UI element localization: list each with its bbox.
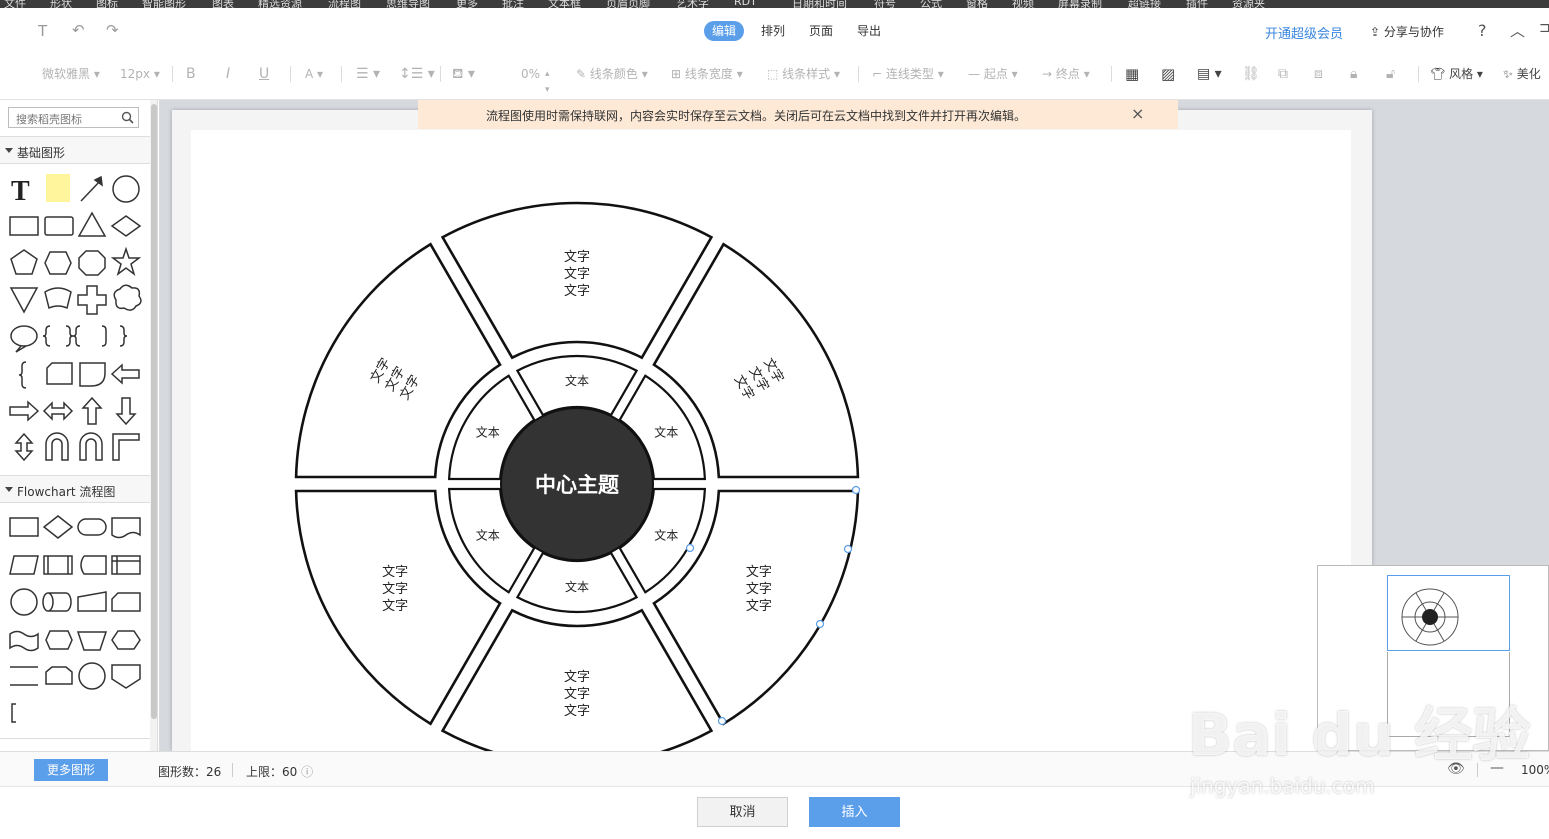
selection-handle[interactable]	[717, 716, 727, 726]
outer-segment-label[interactable]: 文字文字文字	[564, 670, 590, 719]
cancel-button[interactable]: 取消	[697, 797, 788, 827]
inner-segment-label[interactable]: 文本	[565, 579, 589, 594]
outer-segment-text-line: 文字	[746, 599, 772, 614]
inner-segment-label[interactable]: 文本	[565, 373, 589, 388]
more-shapes-button[interactable]: 更多图形	[34, 759, 108, 781]
outer-segment-text-line: 文字	[564, 670, 590, 685]
baidu-watermark-url: jingyan.baidu.com	[1190, 774, 1375, 798]
outer-segment-text-line: 文字	[746, 565, 772, 580]
outer-segment-text-line: 文字	[382, 565, 408, 580]
outer-segment-text-line: 文字	[746, 582, 772, 597]
insert-button[interactable]: 插入	[809, 797, 900, 827]
outer-segment-label[interactable]: 文字文字文字	[382, 565, 408, 614]
selection-handle[interactable]	[685, 543, 695, 553]
selection-handle[interactable]	[815, 619, 825, 629]
outer-segment-text-line: 文字	[382, 599, 408, 614]
inner-segment-label[interactable]: 文本	[654, 425, 678, 440]
minimap-diagram-preview	[1401, 588, 1459, 646]
outer-segment-text-line: 文字	[564, 284, 590, 299]
outer-segment-text-line: 文字	[564, 704, 590, 719]
info-icon[interactable]: ⓘ	[301, 765, 313, 779]
outer-segment-label[interactable]: 文字文字文字	[564, 250, 590, 299]
inner-segment-label[interactable]: 文本	[476, 425, 500, 440]
outer-segment-text-line: 文字	[564, 250, 590, 265]
selection-handle[interactable]	[851, 485, 861, 495]
shape-limit: 上限：60 ⓘ	[246, 765, 314, 779]
baidu-watermark: Bai du 经验	[1188, 701, 1531, 769]
outer-segment-label[interactable]: 文字文字文字	[746, 565, 772, 614]
shape-count: 图形数：26	[158, 765, 222, 779]
minimap-viewport[interactable]	[1387, 575, 1510, 651]
outer-segment-text-line: 文字	[564, 687, 590, 702]
center-topic-label[interactable]: 中心主题	[535, 473, 620, 497]
outer-segment-text-line: 文字	[382, 582, 408, 597]
outer-segment-text-line: 文字	[564, 267, 590, 282]
inner-segment-label[interactable]: 文本	[654, 528, 678, 543]
selection-handle[interactable]	[843, 544, 853, 554]
inner-segment-label[interactable]: 文本	[476, 528, 500, 543]
